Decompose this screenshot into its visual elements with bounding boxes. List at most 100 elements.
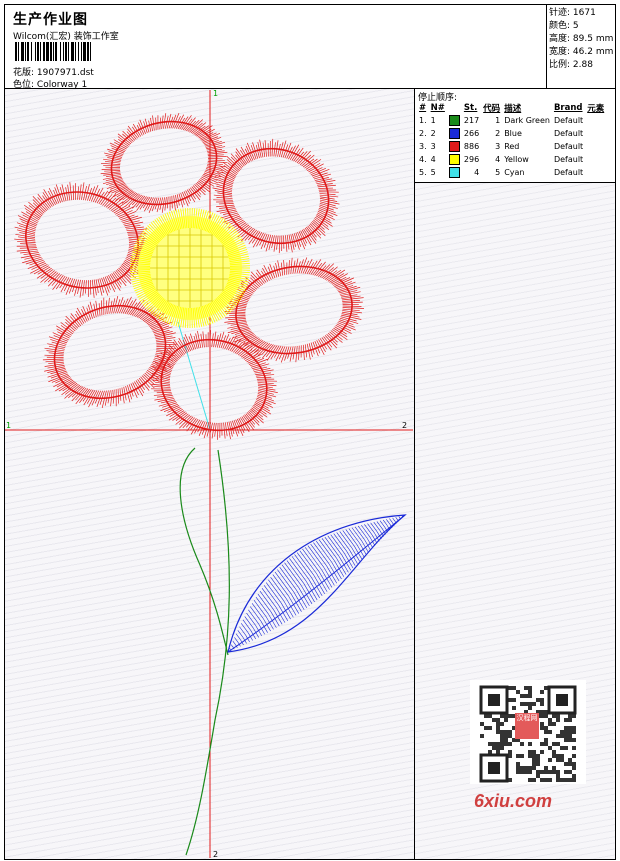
leaf-stitch (361, 541, 369, 553)
qr-module (540, 710, 544, 714)
petal-stitch (100, 171, 121, 175)
qr-module (488, 726, 492, 730)
qr-module (524, 770, 528, 774)
qr-module (560, 758, 564, 762)
qr-module (480, 734, 484, 738)
qr-module (572, 774, 576, 778)
qr-module (516, 690, 520, 694)
leaf-stitch (364, 524, 373, 536)
qr-module (500, 734, 504, 738)
qr-module (508, 742, 512, 746)
qr-module (548, 758, 552, 762)
qr-module (516, 766, 520, 770)
qr-module (520, 754, 524, 758)
qr-module (496, 726, 500, 730)
petal-stitch (207, 151, 228, 155)
qr-module (552, 714, 556, 718)
qr-module (544, 726, 548, 730)
qr-module (532, 754, 536, 758)
watermark-text: 6xiu.com (474, 791, 553, 811)
qr-module (528, 770, 532, 774)
qr-stamp: 汉程网 (515, 713, 539, 739)
petal-stitch (327, 269, 346, 282)
qr-module (556, 734, 560, 738)
qr-module (572, 762, 576, 766)
qr-module (572, 730, 576, 734)
leaf-stitch (244, 616, 254, 629)
leaf-stitch (359, 542, 367, 555)
qr-module (520, 694, 524, 698)
qr-module (508, 714, 512, 718)
leaf-stitch (324, 536, 340, 557)
qr-module (516, 754, 520, 758)
qr-module (536, 770, 540, 774)
qr-module (552, 766, 556, 770)
petal-stitch (332, 329, 348, 341)
qr-module (548, 746, 552, 750)
leaf-stitch (316, 540, 332, 563)
qr-module (544, 742, 548, 746)
qr-module (540, 698, 544, 702)
qr-module (540, 726, 544, 730)
qr-module (564, 730, 568, 734)
leaf-stitch (272, 574, 289, 597)
qr-module (528, 686, 532, 690)
qr-module (532, 758, 536, 762)
qr-module (572, 778, 576, 782)
leaf-stitch (386, 519, 391, 525)
qr-module (536, 754, 540, 758)
leaf-stitch (277, 569, 294, 593)
qr-module (568, 726, 572, 730)
qr-finder-eye (488, 762, 500, 774)
qr-module (484, 726, 488, 730)
qr-module (528, 778, 532, 782)
qr-module (540, 722, 544, 726)
qr-module (552, 722, 556, 726)
qr-module (512, 686, 516, 690)
qr-module (516, 770, 520, 774)
qr-module (528, 702, 532, 706)
qr-finder-eye (556, 694, 568, 706)
qr-module (492, 742, 496, 746)
qr-module (568, 718, 572, 722)
qr-module (532, 762, 536, 766)
qr-module (572, 766, 576, 770)
qr-module (564, 770, 568, 774)
qr-module (508, 734, 512, 738)
leaf-stitch (370, 522, 378, 532)
qr-module (500, 730, 504, 734)
qr-module (544, 770, 548, 774)
qr-module (564, 718, 568, 722)
leaf-stitch (361, 524, 370, 537)
qr-module (488, 714, 492, 718)
leaf-stitch (357, 525, 368, 539)
qr-module (572, 714, 576, 718)
qr-module (540, 742, 544, 746)
leaf-stitch (279, 567, 297, 590)
qr-module (548, 778, 552, 782)
leaf-stitch (270, 576, 287, 599)
leaf-stitch (263, 585, 279, 606)
leaf-stitch (248, 609, 259, 624)
qr-module (500, 746, 504, 750)
qr-module (508, 698, 512, 702)
leaf-stitch (229, 648, 231, 650)
qr-module (528, 750, 532, 754)
qr-module (516, 762, 520, 766)
qr-module (556, 774, 560, 778)
qr-module (496, 742, 500, 746)
qr-module (508, 686, 512, 690)
qr-module (528, 742, 532, 746)
qr-module (556, 758, 560, 762)
qr-module (568, 734, 572, 738)
qr-module (552, 750, 556, 754)
qr-module (548, 730, 552, 734)
qr-module (532, 766, 536, 770)
leaf-stitch (327, 535, 343, 556)
qr-module (496, 722, 500, 726)
qr-module (564, 738, 568, 742)
leaf-stitch (246, 612, 257, 626)
qr-module (544, 686, 548, 690)
leaf-stitch (364, 539, 371, 551)
leaf-stitch (366, 537, 374, 549)
